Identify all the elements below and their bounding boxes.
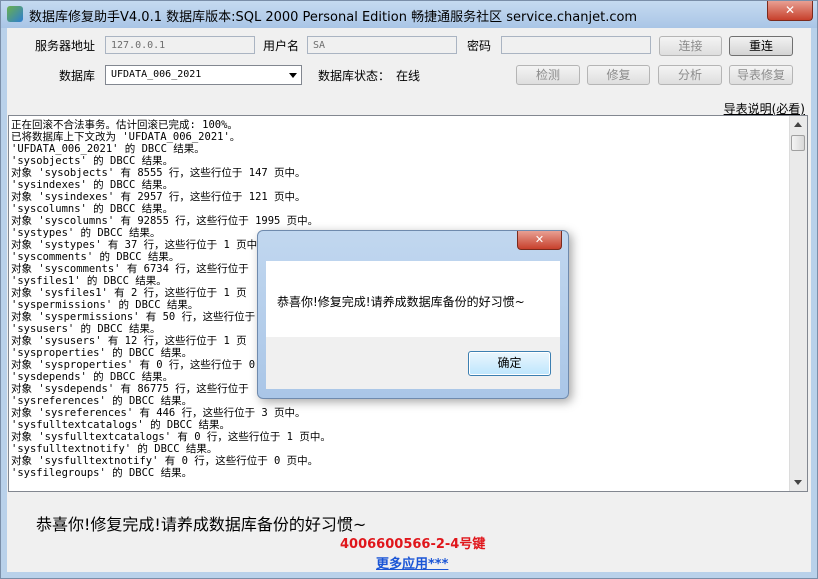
log-line: 对象 'syscolumns' 有 92855 行，这些行位于 1995 页中。 [11, 215, 319, 227]
log-line: 对象 'sysreferences' 有 446 行，这些行位于 3 页中。 [11, 407, 306, 419]
database-select-value: UFDATA_006_2021 [111, 69, 202, 80]
log-line: 'sysfulltextnotify' 的 DBCC 结果。 [11, 443, 218, 455]
ok-button[interactable]: 确定 [468, 351, 551, 376]
db-status-value: 在线 [396, 69, 421, 83]
database-label: 数据库 [59, 69, 96, 83]
congrats-message: 恭喜你!修复完成!请养成数据库备份的好习惯~ [36, 515, 367, 534]
log-line: 对象 'sysfulltextcatalogs' 有 0 行，这些行位于 1 页… [11, 431, 331, 443]
analyze-button[interactable]: 分析 [658, 65, 722, 85]
log-line: 已将数据库上下文改为 'UFDATA_006_2021'。 [11, 131, 241, 143]
hotline-text: 4006600566-2-4号键 [340, 537, 486, 552]
success-dialog: ✕ 恭喜你!修复完成!请养成数据库备份的好习惯~ 确定 [257, 230, 569, 399]
log-line: 正在回滚不合法事务。估计回滚已完成: 100%。 [11, 119, 238, 131]
password-field[interactable] [501, 36, 651, 54]
log-line: 'sysobjects' 的 DBCC 结果。 [11, 155, 174, 167]
database-select[interactable]: UFDATA_006_2021 [105, 65, 302, 85]
repair-button[interactable]: 修复 [587, 65, 650, 85]
log-line: 'sysfulltextcatalogs' 的 DBCC 结果。 [11, 419, 231, 431]
log-line: 对象 'sysfulltextnotify' 有 0 行，这些行位于 0 页中。 [11, 455, 319, 467]
dialog-body: 恭喜你!修复完成!请养成数据库备份的好习惯~ 确定 [266, 261, 560, 389]
dialog-message-area: 恭喜你!修复完成!请养成数据库备份的好习惯~ [266, 261, 560, 337]
db-status-label: 数据库状态： [318, 69, 391, 83]
log-line: 'sysfilegroups' 的 DBCC 结果。 [11, 467, 193, 479]
window-close-button[interactable]: ✕ [767, 1, 813, 21]
server-label: 服务器地址 [35, 39, 96, 53]
log-line: 'sysindexes' 的 DBCC 结果。 [11, 179, 174, 191]
reconnect-button[interactable]: 重连 [729, 36, 793, 56]
user-label: 用户名 [263, 39, 300, 53]
main-window: 数据库修复助手V4.0.1 数据库版本:SQL 2000 Personal Ed… [0, 0, 818, 579]
title-bar: 数据库修复助手V4.0.1 数据库版本:SQL 2000 Personal Ed… [1, 1, 817, 28]
user-field[interactable]: SA [307, 36, 457, 54]
scroll-up-icon[interactable] [794, 122, 802, 127]
window-title: 数据库修复助手V4.0.1 数据库版本:SQL 2000 Personal Ed… [29, 10, 638, 25]
scroll-down-icon[interactable] [794, 480, 802, 485]
app-icon [7, 6, 23, 22]
dialog-message: 恭喜你!修复完成!请养成数据库备份的好习惯~ [277, 295, 525, 309]
log-scrollbar[interactable] [789, 116, 807, 491]
scroll-thumb[interactable] [791, 135, 805, 151]
log-line: 'syscolumns' 的 DBCC 结果。 [11, 203, 174, 215]
chevron-down-icon [289, 73, 297, 78]
log-line: 对象 'sysobjects' 有 8555 行，这些行位于 147 页中。 [11, 167, 306, 179]
connect-button[interactable]: 连接 [659, 36, 722, 56]
more-apps-link[interactable]: 更多应用*** [376, 553, 448, 572]
export-repair-button[interactable]: 导表修复 [729, 65, 793, 85]
password-label: 密码 [467, 39, 492, 53]
log-line: 'UFDATA_006_2021' 的 DBCC 结果。 [11, 143, 205, 155]
dialog-close-button[interactable]: ✕ [517, 231, 562, 250]
check-button[interactable]: 检测 [516, 65, 580, 85]
server-field[interactable]: 127.0.0.1 [105, 36, 255, 54]
log-line: 对象 'sysindexes' 有 2957 行，这些行位于 121 页中。 [11, 191, 306, 203]
